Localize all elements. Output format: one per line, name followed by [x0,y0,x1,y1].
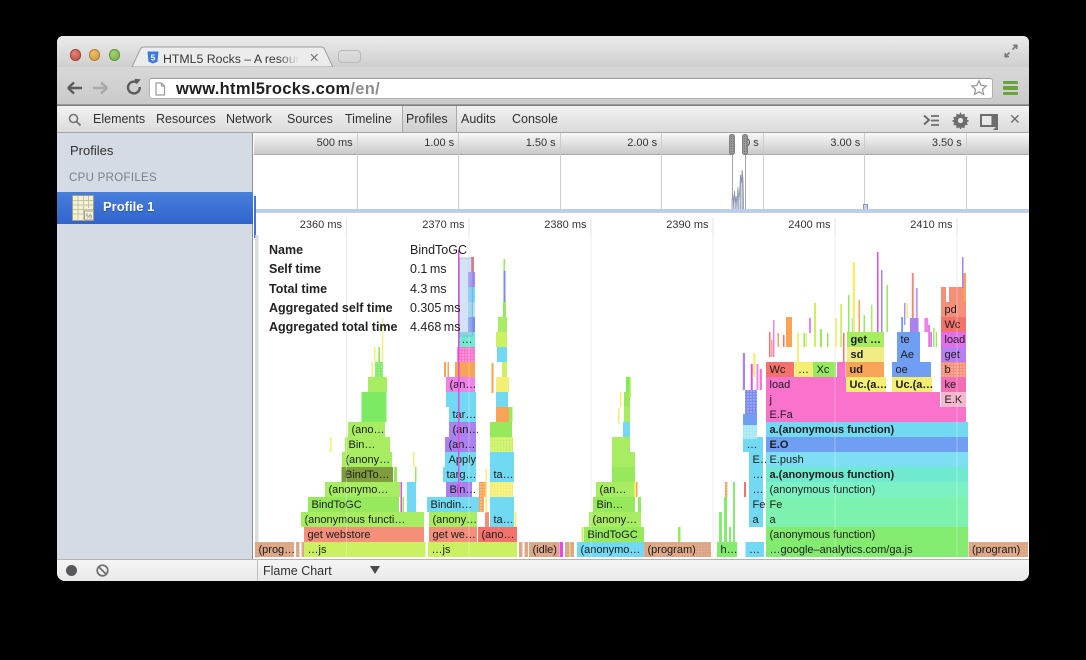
svg-text:(anony…: (anony… [593,514,638,526]
svg-text:ta…: ta… [494,514,514,526]
svg-text:(program): (program) [972,544,1020,556]
svg-text:…: … [749,544,760,556]
svg-text:tar…: tar… [453,409,477,421]
svg-text:Fe: Fe [753,499,766,511]
svg-text:get …: get … [851,334,882,346]
svg-text:2390 ms: 2390 ms [666,219,709,231]
svg-text:Bin…: Bin… [450,484,477,496]
svg-text:load: load [770,379,791,391]
svg-text:Bin…: Bin… [597,499,624,511]
svg-text:a: a [770,514,777,526]
svg-text:(anony…: (anony… [433,514,478,526]
svg-text:j: j [769,394,772,406]
svg-text:Apply: Apply [449,454,477,466]
svg-text:a.(anonymous function): a.(anonymous function) [770,469,895,481]
svg-text:h…: h… [721,544,738,556]
svg-text:…: … [753,484,764,496]
svg-text:Wc: Wc [945,319,961,331]
svg-text:load: load [945,334,966,346]
svg-text:BindTo…: BindTo… [345,469,390,481]
svg-text:(anonymo…: (anonymo… [581,544,641,556]
svg-text:(anonymous functi…: (anonymous functi… [305,514,406,526]
svg-text:sd: sd [851,349,864,361]
svg-text:Uc.(a…: Uc.(a… [896,379,934,391]
svg-text:(an…: (an… [450,379,477,391]
svg-text:…google–analytics.com/ga.js: …google–analytics.com/ga.js [770,544,914,556]
svg-text:BindToGC: BindToGC [312,499,362,511]
svg-text:2400 ms: 2400 ms [788,219,831,231]
svg-text:E.O: E.O [770,439,789,451]
svg-text:pd: pd [945,304,957,316]
svg-text:(anony…: (anony… [346,454,391,466]
svg-text:5: 5 [150,52,155,62]
svg-text:get webstore: get webstore [308,529,371,541]
svg-text:2410 ms: 2410 ms [910,219,953,231]
svg-text:(ano…: (ano… [482,529,515,541]
svg-text:(an…: (an… [600,484,627,496]
svg-text:Fe: Fe [770,499,783,511]
svg-text:targ…: targ… [447,469,477,481]
svg-text:E.K: E.K [945,394,963,406]
svg-text:Uc.(a…: Uc.(a… [850,379,888,391]
svg-text:te: te [901,334,910,346]
svg-text:2370 ms: 2370 ms [422,219,465,231]
svg-text:E.Fa: E.Fa [770,409,794,421]
svg-text:ke: ke [945,379,957,391]
svg-text:ud: ud [850,364,863,376]
svg-text:(program): (program) [648,544,696,556]
svg-text:(anonymo…: (anonymo… [329,484,389,496]
svg-text:get: get [945,349,960,361]
svg-text:oe: oe [896,364,908,376]
svg-text:…: … [798,364,809,376]
svg-text:a: a [753,514,760,526]
svg-text:…js: …js [308,544,327,556]
svg-text:(an…: (an… [453,424,480,436]
svg-text:%: % [86,212,93,221]
svg-text:(prog…: (prog… [259,544,296,556]
svg-text:(ano…: (ano… [352,424,385,436]
svg-text:(anonymous function): (anonymous function) [770,484,876,496]
svg-text:Bin…: Bin… [349,439,376,451]
svg-text:2360 ms: 2360 ms [300,219,343,231]
svg-text:Xc: Xc [817,364,830,376]
svg-text:Ae: Ae [901,349,914,361]
svg-text:…js: …js [432,544,451,556]
svg-text:…: … [747,439,758,451]
svg-text:E.push: E.push [770,454,804,466]
svg-text:(idle): (idle) [533,544,557,556]
svg-text:a.(anonymous function): a.(anonymous function) [770,424,895,436]
svg-text:(anonymous function): (anonymous function) [770,529,876,541]
svg-text:2380 ms: 2380 ms [544,219,587,231]
svg-text:Bindin…: Bindin… [431,499,473,511]
svg-text:BindToGC: BindToGC [588,529,638,541]
svg-text:…: … [753,469,764,481]
svg-text:ta…: ta… [494,469,514,481]
svg-text:b: b [945,364,951,376]
svg-text:(an…: (an… [449,439,476,451]
svg-text:Wc: Wc [770,364,786,376]
